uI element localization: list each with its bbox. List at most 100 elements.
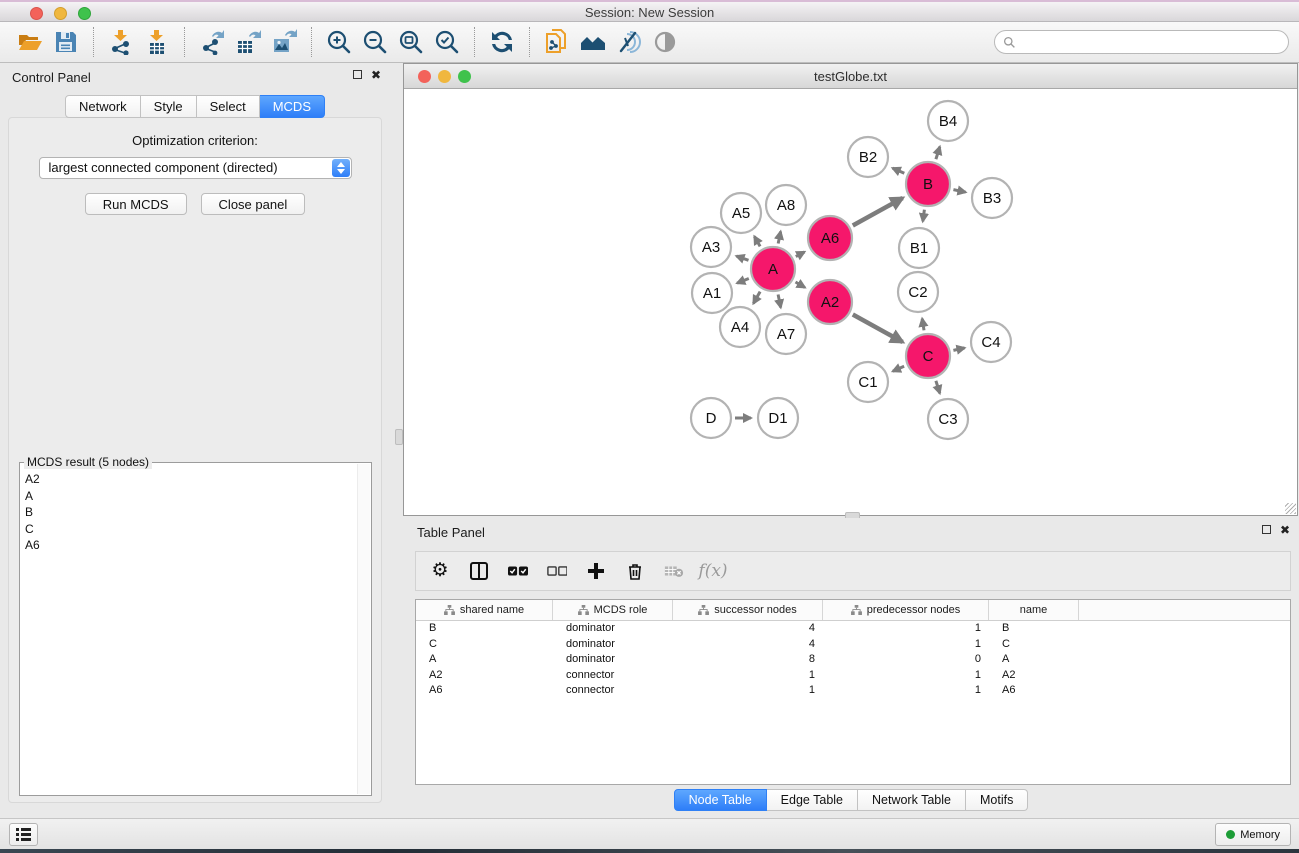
mcds-result-item[interactable]: A	[25, 488, 356, 505]
tab-edge-table[interactable]: Edge Table	[767, 789, 858, 811]
graph-edge[interactable]	[753, 292, 760, 304]
mcds-result-item[interactable]: C	[25, 521, 356, 538]
graph-edge[interactable]	[923, 210, 925, 222]
graph-edge[interactable]	[853, 315, 903, 343]
delete-column-icon[interactable]	[623, 559, 647, 583]
table-cell[interactable]: 8	[673, 652, 823, 668]
table-cell[interactable]: 1	[673, 668, 823, 684]
tab-mcds[interactable]: MCDS	[260, 95, 325, 118]
graph-node-A7[interactable]: A7	[766, 314, 806, 354]
close-panel-icon[interactable]: ✖	[1280, 525, 1291, 536]
graph-node-B2[interactable]: B2	[848, 137, 888, 177]
mcds-result-item[interactable]: B	[25, 504, 356, 521]
column-header[interactable]: MCDS role	[553, 600, 673, 620]
hide-labels-icon[interactable]	[611, 25, 647, 59]
show-graphics-details-icon[interactable]	[647, 25, 683, 59]
table-cell[interactable]: 0	[823, 652, 989, 668]
table-cell[interactable]: 1	[823, 621, 989, 637]
table-cell[interactable]: 1	[823, 637, 989, 653]
graph-edge[interactable]	[853, 198, 903, 226]
table-cell[interactable]: A2	[989, 668, 1079, 684]
graph-node-B4[interactable]: B4	[928, 101, 968, 141]
graph-edge[interactable]	[936, 147, 940, 160]
node-table[interactable]: shared nameMCDS rolesuccessor nodesprede…	[415, 599, 1291, 785]
graph-node-A3[interactable]: A3	[691, 227, 731, 267]
criterion-select[interactable]: largest connected component (directed)	[39, 157, 352, 179]
tab-network[interactable]: Network	[65, 95, 141, 118]
export-image-icon[interactable]	[266, 25, 302, 59]
table-row[interactable]: A2connector11A2	[416, 668, 1290, 684]
mcds-result-list[interactable]: A2ABCA6	[21, 464, 356, 794]
graph-edge[interactable]	[893, 366, 904, 371]
unselect-all-columns-icon[interactable]	[545, 559, 569, 583]
graph-node-B3[interactable]: B3	[972, 178, 1012, 218]
graph-edge[interactable]	[953, 348, 964, 351]
graph-node-C[interactable]: C	[906, 334, 950, 378]
zoom-out-icon[interactable]	[357, 25, 393, 59]
graph-edge[interactable]	[796, 282, 805, 288]
graph-node-A1[interactable]: A1	[692, 273, 732, 313]
import-table-icon[interactable]	[139, 25, 175, 59]
column-header[interactable]: successor nodes	[673, 600, 823, 620]
show-column-icon[interactable]	[467, 559, 491, 583]
table-cell[interactable]: 4	[673, 621, 823, 637]
network-canvas[interactable]: B4B2BB3A5A8A6A3B1AA1C2A2A4A7C4CC1C3DD1	[404, 89, 1297, 515]
graph-edge[interactable]	[778, 232, 780, 244]
network-canvas-svg[interactable]: B4B2BB3A5A8A6A3B1AA1C2A2A4A7C4CC1C3DD1	[404, 89, 1297, 515]
table-cell[interactable]: connector	[553, 683, 673, 699]
column-header[interactable]: shared name	[416, 600, 553, 620]
table-cell[interactable]: B	[416, 621, 553, 637]
memory-button[interactable]: Memory	[1215, 823, 1291, 846]
graph-edge[interactable]	[736, 256, 748, 260]
table-cell[interactable]: dominator	[553, 652, 673, 668]
graph-node-A5[interactable]: A5	[721, 193, 761, 233]
graph-node-A[interactable]: A	[751, 247, 795, 291]
refresh-icon[interactable]	[484, 25, 520, 59]
graph-node-C1[interactable]: C1	[848, 362, 888, 402]
zoom-fit-icon[interactable]	[393, 25, 429, 59]
zoom-in-icon[interactable]	[321, 25, 357, 59]
graph-edge[interactable]	[796, 252, 805, 257]
table-cell[interactable]: C	[416, 637, 553, 653]
float-panel-icon[interactable]	[353, 70, 364, 81]
graph-edge[interactable]	[922, 319, 924, 331]
import-network-icon[interactable]	[103, 25, 139, 59]
graph-node-B1[interactable]: B1	[899, 228, 939, 268]
graph-node-C2[interactable]: C2	[898, 272, 938, 312]
search-input[interactable]	[1021, 35, 1288, 49]
export-network-icon[interactable]	[194, 25, 230, 59]
table-cell[interactable]: 1	[673, 683, 823, 699]
window-resize-grip[interactable]	[1285, 503, 1296, 514]
mcds-result-item[interactable]: A6	[25, 537, 356, 554]
new-network-from-selection-icon[interactable]	[539, 25, 575, 59]
table-row[interactable]: A6connector11A6	[416, 683, 1290, 699]
tab-node-table[interactable]: Node Table	[674, 789, 767, 811]
column-header[interactable]: predecessor nodes	[823, 600, 989, 620]
float-panel-icon[interactable]	[1262, 525, 1273, 536]
tab-network-table[interactable]: Network Table	[858, 789, 966, 811]
home-icon[interactable]	[575, 25, 611, 59]
table-options-gear-icon[interactable]: ⚙	[428, 559, 452, 583]
graph-edge[interactable]	[893, 168, 905, 173]
graph-node-A2[interactable]: A2	[808, 280, 852, 324]
graph-node-B[interactable]: B	[906, 162, 950, 206]
select-all-columns-icon[interactable]	[506, 559, 530, 583]
close-panel-button[interactable]: Close panel	[201, 193, 306, 215]
graph-edge[interactable]	[953, 190, 965, 193]
graph-node-D[interactable]: D	[691, 398, 731, 438]
table-cell[interactable]: A6	[416, 683, 553, 699]
export-table-icon[interactable]	[230, 25, 266, 59]
result-scrollbar[interactable]	[357, 464, 370, 794]
column-header[interactable]: name	[989, 600, 1079, 620]
zoom-selected-icon[interactable]	[429, 25, 465, 59]
table-cell[interactable]: 1	[823, 668, 989, 684]
delete-table-icon[interactable]	[662, 559, 686, 583]
table-cell[interactable]: B	[989, 621, 1079, 637]
mcds-result-item[interactable]: A2	[25, 471, 356, 488]
graph-edge[interactable]	[754, 236, 760, 246]
table-cell[interactable]: A2	[416, 668, 553, 684]
tab-select[interactable]: Select	[197, 95, 260, 118]
tab-motifs[interactable]: Motifs	[966, 789, 1028, 811]
add-column-icon[interactable]	[584, 559, 608, 583]
run-mcds-button[interactable]: Run MCDS	[85, 193, 187, 215]
